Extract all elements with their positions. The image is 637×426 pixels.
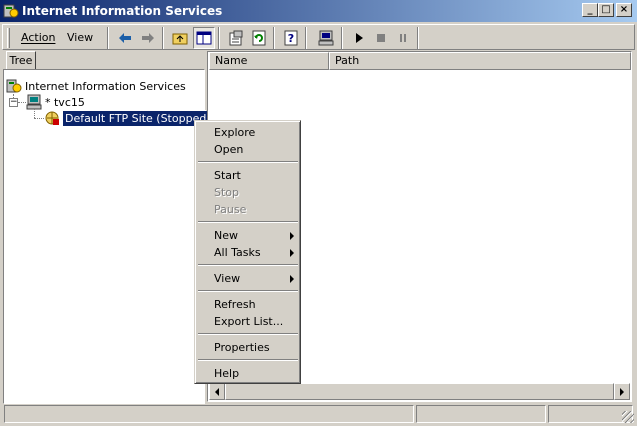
tree-item-server[interactable]: * tvc15 — [26, 94, 85, 110]
start-button[interactable] — [348, 27, 370, 49]
forward-icon — [142, 33, 154, 43]
arrow-left-icon — [215, 387, 219, 396]
tree-line — [34, 109, 35, 118]
back-button[interactable] — [114, 27, 136, 49]
column-header-path[interactable]: Path — [329, 52, 631, 70]
up-folder-icon — [172, 33, 188, 45]
menu-separator — [198, 290, 298, 292]
pause-button[interactable] — [392, 27, 414, 49]
show-hide-tree-icon — [196, 31, 212, 45]
context-menu: Explore Open Start Stop Pause New All Ta… — [194, 120, 301, 384]
computer-icon — [26, 94, 42, 110]
window-title: Internet Information Services — [22, 4, 223, 18]
properties-button[interactable] — [225, 27, 247, 49]
menu-item-pause: Pause — [214, 203, 247, 216]
stop-icon — [377, 34, 385, 42]
tree-item-ftp-site[interactable]: Default FTP Site (Stopped) — [44, 109, 214, 127]
refresh-icon — [252, 30, 266, 46]
menu-item-properties[interactable]: Properties — [198, 339, 298, 356]
refresh-button[interactable] — [248, 27, 270, 49]
stop-button[interactable] — [370, 27, 392, 49]
toolbar-separator — [417, 27, 419, 49]
svg-text:?: ? — [288, 32, 294, 45]
menu-action[interactable]: Action — [17, 29, 59, 47]
title-bar[interactable]: Internet Information Services _ □ × — [0, 0, 637, 22]
toolbar-grip[interactable] — [7, 28, 10, 48]
tree-line — [34, 118, 44, 119]
menu-view[interactable]: View — [63, 29, 97, 47]
maximize-button[interactable]: □ — [598, 3, 614, 17]
show-hide-tree-button[interactable] — [193, 27, 215, 49]
menu-item-help[interactable]: Help — [198, 365, 298, 382]
computer-button[interactable] — [315, 27, 337, 49]
submenu-arrow-icon — [290, 275, 294, 283]
play-icon — [356, 33, 363, 43]
toolbar-separator — [273, 27, 275, 49]
menu-item-explore[interactable]: Explore — [198, 124, 298, 141]
submenu-arrow-icon — [290, 249, 294, 257]
menu-item-start[interactable]: Start — [198, 167, 298, 184]
submenu-arrow-icon — [290, 232, 294, 240]
scroll-right-button[interactable] — [614, 383, 630, 400]
resize-grip[interactable] — [622, 411, 634, 423]
pause-icon — [400, 34, 406, 42]
status-panel-2 — [416, 405, 546, 423]
tree-view[interactable]: Internet Information Services − * tvc15 … — [3, 69, 214, 404]
menu-item-stop: Stop — [214, 186, 240, 199]
column-header-name[interactable]: Name — [209, 52, 329, 70]
tab-tree[interactable]: Tree — [6, 51, 36, 70]
tree-line — [18, 102, 26, 103]
minimize-icon: _ — [587, 4, 593, 15]
toolbar-separator — [107, 27, 109, 49]
ftp-site-stopped-icon — [45, 111, 59, 125]
collapse-toggle[interactable]: − — [9, 98, 18, 107]
status-panel-main — [4, 405, 414, 423]
tree-item-iis-root[interactable]: Internet Information Services — [6, 78, 186, 94]
maximize-icon: □ — [601, 4, 611, 15]
toolbar-separator — [305, 27, 307, 49]
scroll-left-button[interactable] — [209, 383, 225, 400]
properties-icon — [229, 30, 243, 46]
close-button[interactable]: × — [616, 3, 632, 17]
menu-separator — [198, 264, 298, 266]
menu-item-all-tasks[interactable]: All Tasks — [198, 244, 298, 261]
toolbar: Action View ? — [2, 24, 635, 50]
arrow-right-icon — [620, 387, 624, 396]
status-panel-3 — [548, 405, 633, 423]
menu-item-new[interactable]: New — [198, 227, 298, 244]
menu-item-refresh[interactable]: Refresh — [198, 296, 298, 313]
horizontal-scrollbar[interactable] — [209, 383, 630, 400]
tree-item-label-selected: Default FTP Site (Stopped) — [62, 109, 214, 127]
back-icon — [119, 33, 131, 43]
forward-button[interactable] — [137, 27, 159, 49]
up-one-level-button[interactable] — [169, 27, 191, 49]
menu-separator — [198, 161, 298, 163]
menu-item-export-list[interactable]: Export List... — [198, 313, 298, 330]
toolbar-separator — [218, 27, 220, 49]
iis-app-icon — [3, 4, 19, 18]
menu-separator — [198, 359, 298, 361]
menu-item-view[interactable]: View — [198, 270, 298, 287]
help-button[interactable]: ? — [280, 27, 302, 49]
tree-item-label: Internet Information Services — [25, 79, 186, 93]
toolbar-separator — [162, 27, 164, 49]
minimize-button[interactable]: _ — [582, 3, 598, 17]
help-icon: ? — [284, 30, 298, 46]
close-icon: × — [619, 4, 629, 15]
iis-root-icon — [6, 79, 22, 93]
tree-item-label: * tvc15 — [45, 95, 85, 109]
menu-separator — [198, 221, 298, 223]
menu-separator — [198, 333, 298, 335]
toolbar-separator — [341, 27, 343, 49]
computer-icon — [318, 30, 334, 46]
tree-pane-frame: Internet Information Services − * tvc15 … — [3, 69, 214, 404]
menu-item-open[interactable]: Open — [198, 141, 298, 158]
scroll-thumb[interactable] — [225, 383, 614, 400]
